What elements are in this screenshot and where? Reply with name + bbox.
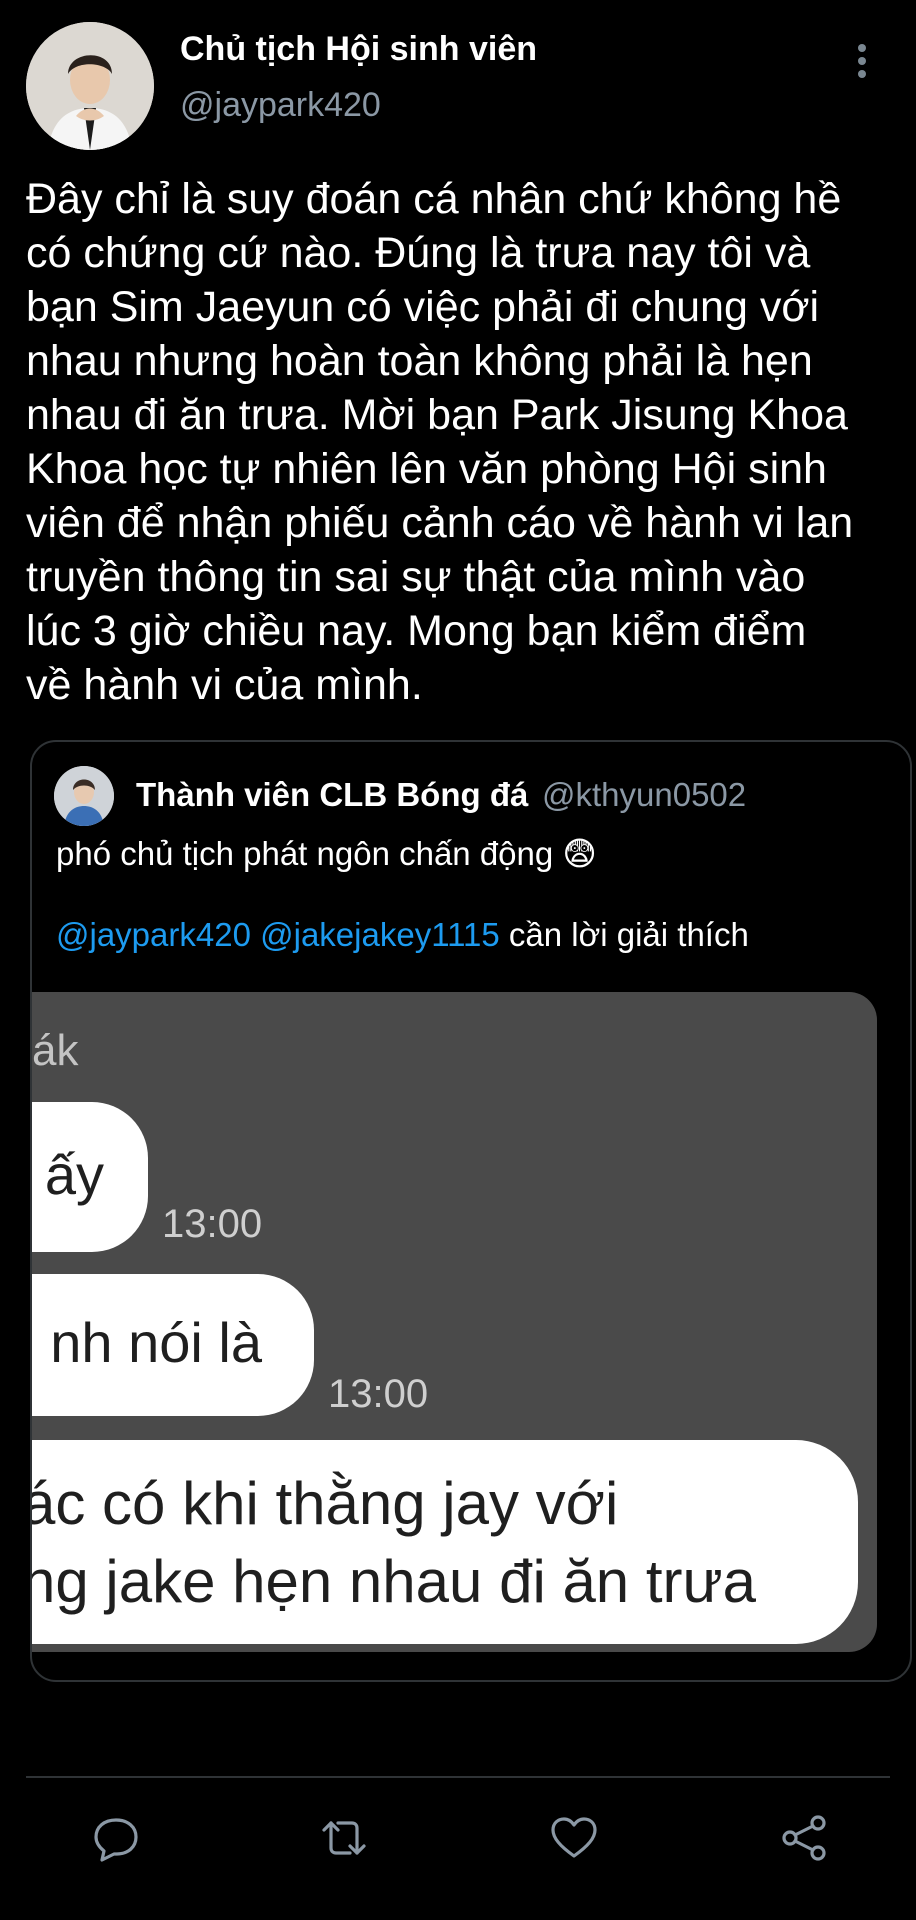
quoted-author-avatar[interactable] [54, 766, 114, 826]
quoted-tweet[interactable]: Thành viên CLB Bóng đá @kthyun0502 phó c… [30, 740, 912, 1682]
quoted-handle[interactable]: @kthyun0502 [542, 776, 746, 814]
tweet-line: có chứng cứ nào. Đúng là trưa nay tôi và [26, 229, 811, 277]
quoted-display-name[interactable]: Thành viên CLB Bóng đá [136, 776, 528, 814]
chat-timestamp: 13:00 [162, 1202, 263, 1246]
author-handle[interactable]: @jaypark420 [180, 86, 381, 125]
chat-bubble: nh nói là [32, 1274, 314, 1416]
quoted-media-image[interactable]: ák ấy 13:00 nh nói là 13:00 ác có khi th… [32, 992, 877, 1652]
mention-link[interactable]: @jaypark420 [56, 916, 251, 953]
tweet-line: nhau đi ăn trưa. Mời bạn Park Jisung Kho… [26, 391, 848, 439]
chat-bubble: ác có khi thằng jay với ng jake hẹn nhau… [32, 1440, 858, 1644]
tweet-line: viên để nhận phiếu cảnh cáo về hành vi l… [26, 499, 854, 547]
tweet-line: về hành vi của mình. [26, 661, 423, 709]
author-avatar[interactable] [26, 22, 154, 150]
author-display-name[interactable]: Chủ tịch Hội sinh viên [180, 30, 537, 69]
tweet-line: truyền thông tin sai sự thật của mình và… [26, 553, 806, 601]
quoted-text: phó chủ tịch phát ngôn chấn động 😨 [56, 835, 597, 872]
divider [26, 1776, 890, 1778]
chat-bubble-text: ng jake hẹn nhau đi ăn trưa [32, 1548, 757, 1615]
chat-bubble-text: ấy [44, 1143, 104, 1206]
chat-bubble: ấy [32, 1102, 148, 1252]
chat-timestamp: 13:00 [328, 1372, 429, 1416]
quoted-mentions-line: @jaypark420 @jakejakey1115 cần lời giải … [56, 916, 749, 954]
tweet-line: Đây chỉ là suy đoán cá nhân chứ không hề [26, 175, 842, 223]
tweet-line: bạn Sim Jaeyun có việc phải đi chung với [26, 283, 820, 331]
tweet-line: Khoa học tự nhiên lên văn phòng Hội sinh [26, 445, 827, 493]
tweet-text: Đây chỉ là suy đoán cá nhân chứ không hề… [26, 172, 896, 712]
chat-bubble-text: nh nói là [50, 1311, 262, 1374]
more-options-icon[interactable] [852, 44, 872, 84]
share-icon[interactable] [776, 1810, 832, 1866]
quoted-text-after-mentions: cần lời giải thích [508, 916, 749, 953]
reply-icon[interactable] [88, 1810, 144, 1866]
retweet-icon[interactable] [316, 1810, 372, 1866]
mention-link[interactable]: @jakejakey1115 [260, 916, 500, 953]
like-icon[interactable] [546, 1810, 602, 1866]
tweet-line: nhau nhưng hoàn toàn không phải là hẹn [26, 337, 813, 385]
chat-bubble-text: ác có khi thằng jay với [32, 1470, 619, 1537]
chat-partial-text: ák [32, 1026, 79, 1075]
tweet-line: lúc 3 giờ chiều nay. Mong bạn kiểm điểm [26, 607, 807, 655]
